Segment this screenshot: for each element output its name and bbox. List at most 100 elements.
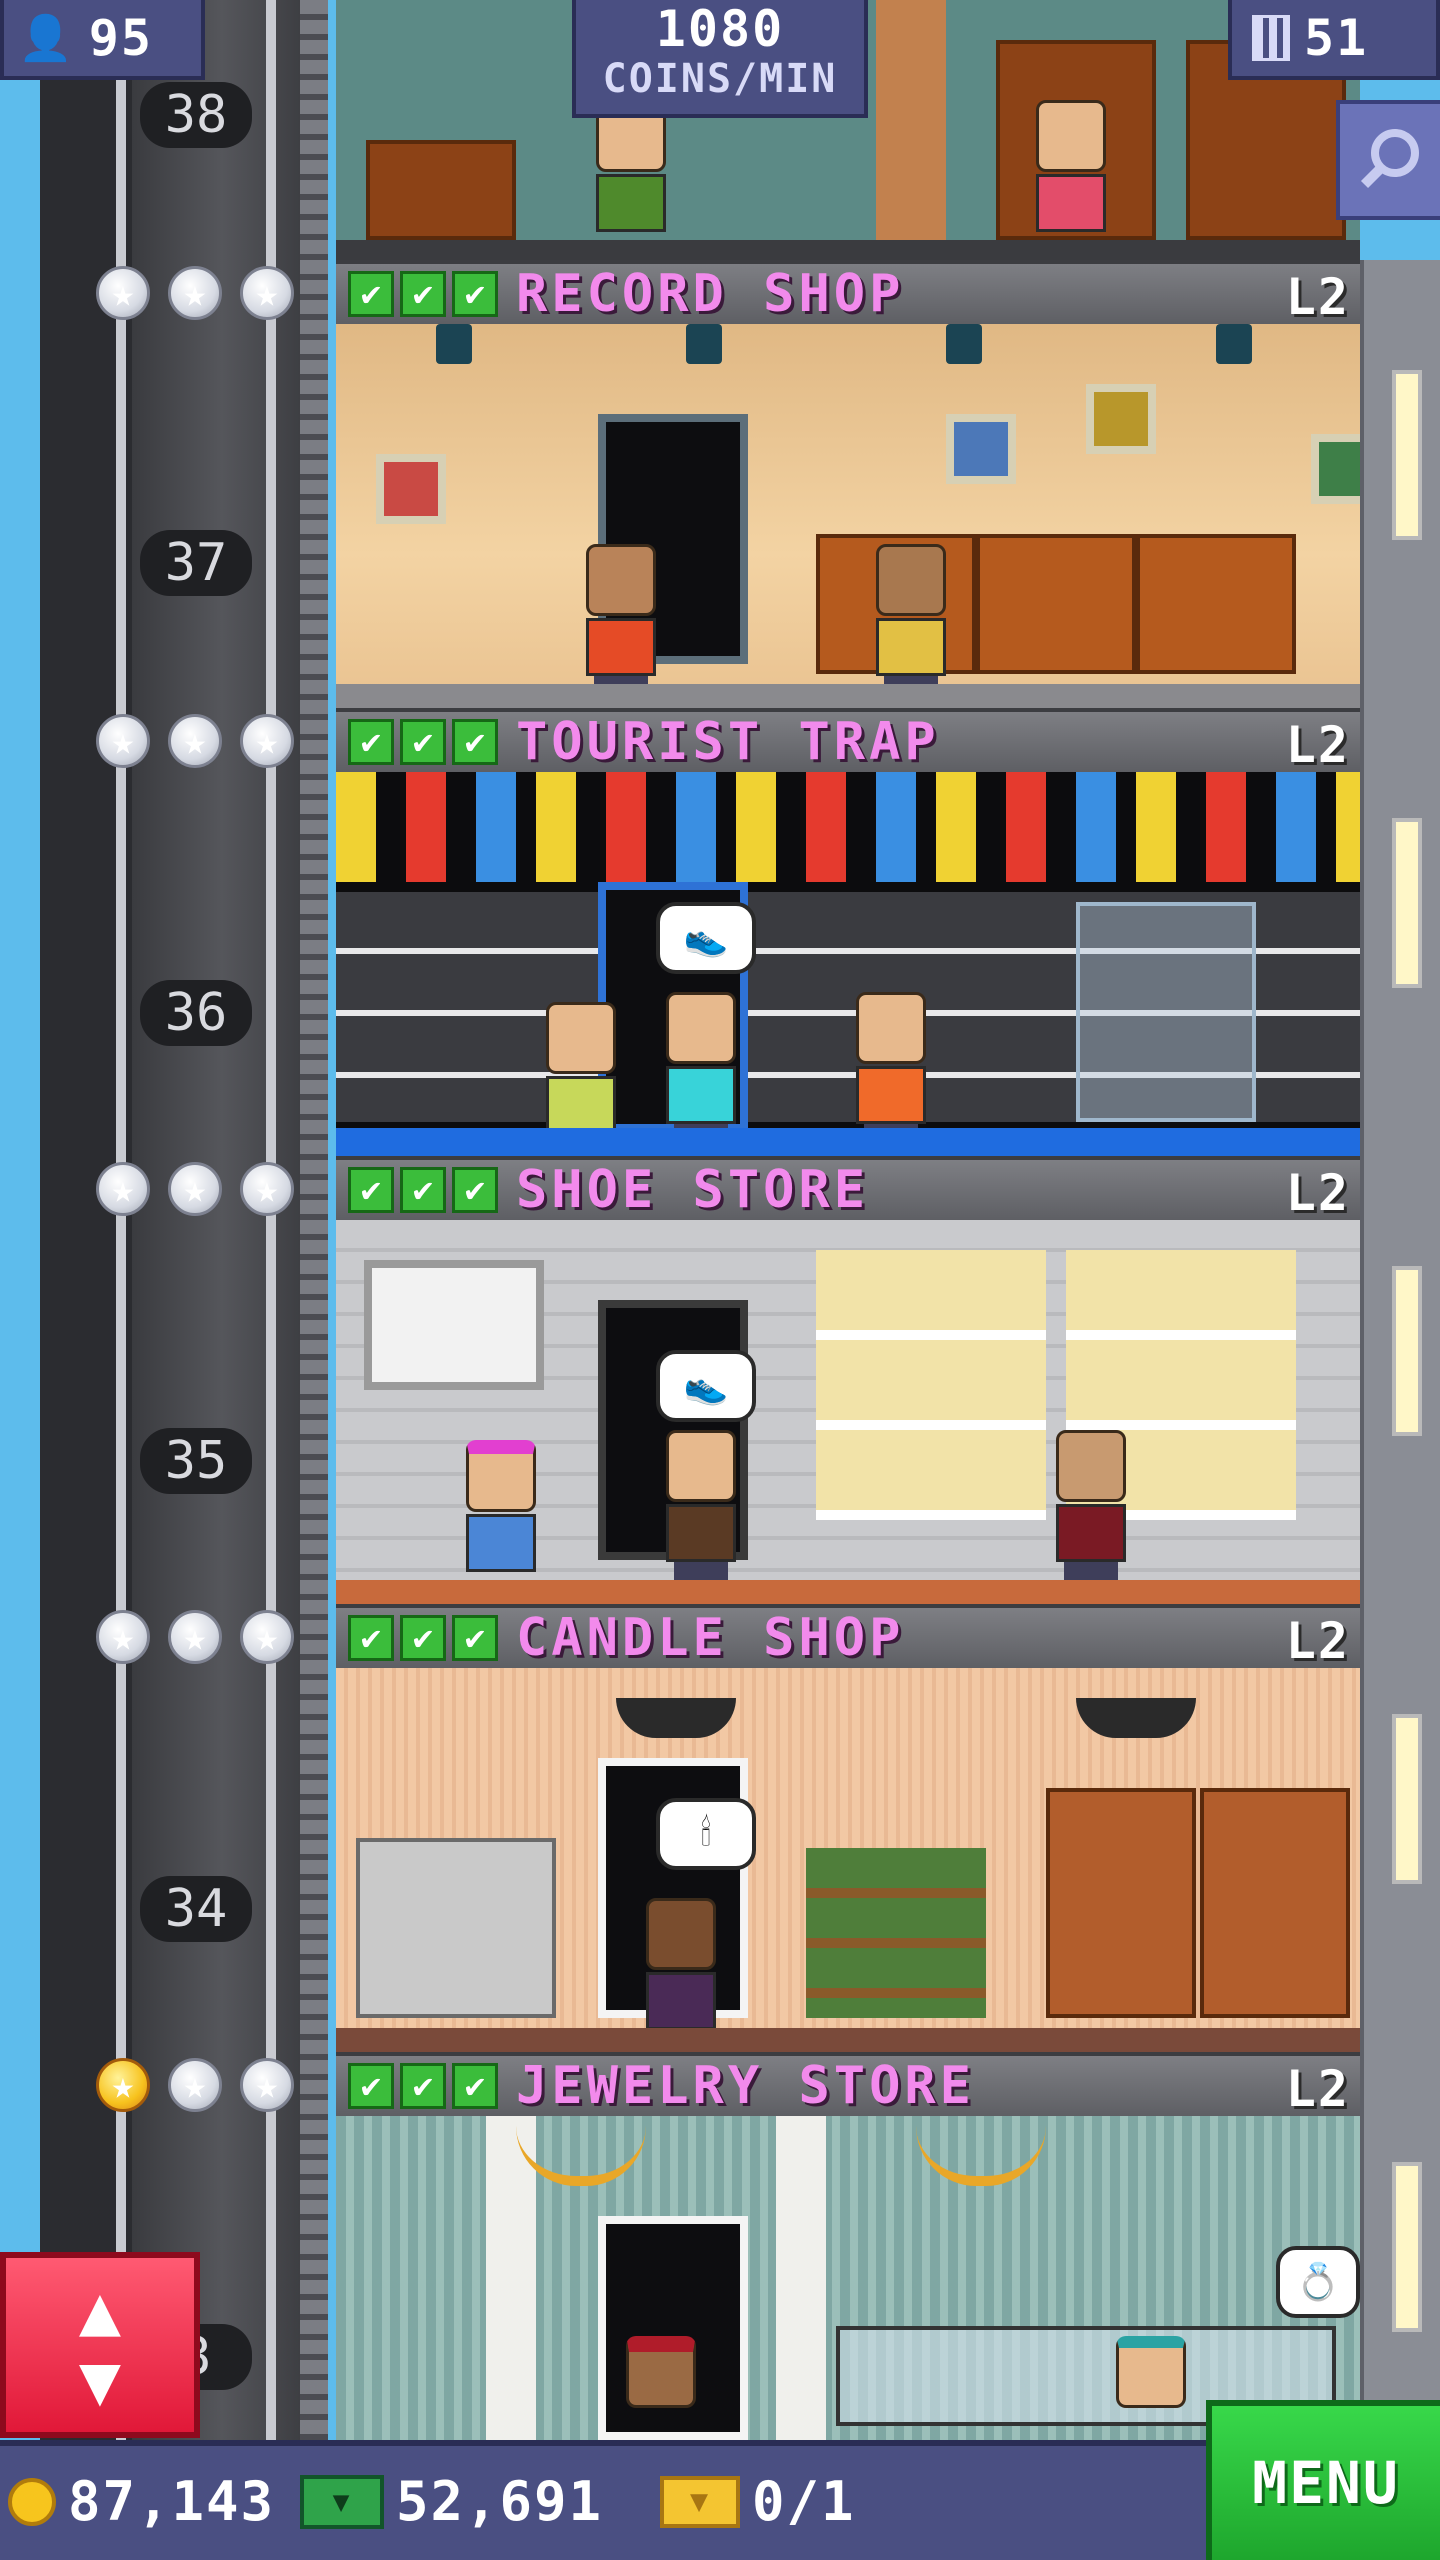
- floor-level: L2: [1285, 268, 1350, 326]
- floor-name: SHOE STORE: [516, 1160, 870, 1220]
- floor-name: TOURIST TRAP: [516, 712, 940, 772]
- candle-cabinet: [1200, 1788, 1350, 2018]
- tower-resident[interactable]: [666, 1430, 736, 1586]
- floor-stars: ★ ★ ★: [96, 2058, 294, 2112]
- coin-icon: [8, 2477, 56, 2526]
- floor-checks: ✔ ✔ ✔: [348, 1167, 498, 1213]
- floor-count-value: 51: [1304, 9, 1369, 67]
- tower-resident[interactable]: [546, 1002, 616, 1134]
- wall-poster: [1086, 384, 1156, 454]
- tower-resident[interactable]: [466, 1440, 536, 1572]
- room-interior: 🕯: [336, 1668, 1360, 2052]
- wall-poster: [376, 454, 446, 524]
- ceiling-lamp: [1076, 1698, 1196, 1738]
- floor-checks: ✔ ✔ ✔: [348, 271, 498, 317]
- floor-name: CANDLE SHOP: [516, 1608, 905, 1668]
- star-icon: ★: [96, 714, 150, 768]
- shoe-wish-bubble[interactable]: 👟: [656, 902, 756, 974]
- floor-candle-shop[interactable]: ✔ ✔ ✔ CANDLE SHOP L2 🕯: [336, 1604, 1360, 2052]
- population-value: 95: [88, 9, 154, 67]
- building-exterior: [1360, 2052, 1440, 2440]
- ticket-icon: ▼: [660, 2475, 740, 2528]
- chandelier: [916, 2126, 1046, 2186]
- floor-stars: ★ ★ ★: [96, 1162, 294, 1216]
- record-rack: [976, 534, 1136, 674]
- tower-resident[interactable]: [596, 100, 666, 232]
- floor-header: ✔ ✔ ✔ JEWELRY STORE L2: [336, 2052, 1360, 2118]
- floor-header: ✔ ✔ ✔ TOURIST TRAP L2: [336, 708, 1360, 774]
- bux-value: 52,691: [396, 2470, 604, 2533]
- tower-resident[interactable]: [666, 992, 736, 1148]
- candle-wish-bubble[interactable]: 🕯: [656, 1798, 756, 1870]
- star-icon: ★: [168, 714, 222, 768]
- ring-wish-bubble[interactable]: 💍: [1276, 2246, 1360, 2318]
- search-button[interactable]: [1336, 100, 1440, 220]
- floor-checks: ✔ ✔ ✔: [348, 719, 498, 765]
- record-rack: [1136, 534, 1296, 674]
- tower-resident[interactable]: [586, 544, 656, 700]
- person-icon: 👤: [18, 13, 75, 64]
- tower-resident[interactable]: [1056, 1430, 1126, 1586]
- wooden-pillar: [876, 0, 946, 240]
- star-icon: ★: [168, 1610, 222, 1664]
- check-icon: ✔: [452, 719, 498, 765]
- bux-icon: ▼: [300, 2474, 384, 2529]
- menu-button[interactable]: MENU: [1206, 2400, 1440, 2560]
- check-icon: ✔: [400, 1167, 446, 1213]
- floor-header: ✔ ✔ ✔ CANDLE SHOP L2: [336, 1604, 1360, 1670]
- tower-resident[interactable]: [876, 544, 946, 700]
- souvenir-display: [336, 772, 1360, 882]
- floor-number-38: 38: [140, 82, 252, 148]
- floor-stars: ★ ★ ★: [96, 714, 294, 768]
- star-icon: ★: [240, 1610, 294, 1664]
- elevator-button[interactable]: ▲ ▼: [0, 2252, 200, 2438]
- floor-record-shop[interactable]: ✔ ✔ ✔ RECORD SHOP L2: [336, 260, 1360, 708]
- wall-poster: [946, 414, 1016, 484]
- bux-counter[interactable]: ▼ 52,691: [300, 2470, 603, 2533]
- star-icon: ★: [96, 1162, 150, 1216]
- room-interior: 👟: [336, 1220, 1360, 1604]
- check-icon: ✔: [452, 271, 498, 317]
- floor-number-35: 35: [140, 1428, 252, 1494]
- magnifier-icon: [1360, 129, 1419, 189]
- star-icon: ★: [240, 714, 294, 768]
- star-icon: ★: [168, 1162, 222, 1216]
- tower-resident[interactable]: [856, 992, 926, 1148]
- floor-stars: ★ ★ ★: [96, 266, 294, 320]
- floor-tourist-trap[interactable]: ✔ ✔ ✔ TOURIST TRAP L2 👟: [336, 708, 1360, 1156]
- tower-resident[interactable]: [1116, 2336, 1186, 2408]
- shoe-wish-bubble[interactable]: 👟: [656, 1350, 756, 1422]
- floor-level: L2: [1285, 716, 1350, 774]
- floor-shoe-store[interactable]: ✔ ✔ ✔ SHOE STORE L2 👟: [336, 1156, 1360, 1604]
- floor-level: L2: [1285, 1164, 1350, 1222]
- ceiling-lamp: [616, 1698, 736, 1738]
- population-counter[interactable]: 👤 95: [0, 0, 205, 80]
- star-icon: ★: [96, 1610, 150, 1664]
- check-icon: ✔: [452, 1615, 498, 1661]
- check-icon: ✔: [348, 271, 394, 317]
- floor-count-button[interactable]: 51: [1228, 0, 1440, 80]
- floor-name: JEWELRY STORE: [516, 2056, 975, 2116]
- coins-value: 87,143: [68, 2470, 276, 2533]
- building-exterior: [1360, 1604, 1440, 2052]
- elevator-chain: [300, 0, 328, 2440]
- tower-resident[interactable]: [626, 2336, 696, 2408]
- floor-jewelry-store[interactable]: ✔ ✔ ✔ JEWELRY STORE L2 💍: [336, 2052, 1360, 2440]
- star-icon: ★: [96, 266, 150, 320]
- floor-header: ✔ ✔ ✔ SHOE STORE L2: [336, 1156, 1360, 1222]
- shoe-poster: [364, 1260, 544, 1390]
- star-icon: ★: [240, 266, 294, 320]
- check-icon: ✔: [400, 719, 446, 765]
- building-exterior: [1360, 1156, 1440, 1604]
- building-exterior: [1360, 708, 1440, 1156]
- wall-poster: [1311, 434, 1360, 504]
- tickets-counter[interactable]: ▼ 0/1: [660, 2470, 856, 2533]
- tower-resident[interactable]: [1036, 100, 1106, 232]
- check-icon: ✔: [348, 1167, 394, 1213]
- room-interior: 👟: [336, 772, 1360, 1156]
- coins-per-min-label: COINS/MIN: [602, 56, 838, 102]
- coins-counter[interactable]: 87,143: [8, 2470, 275, 2533]
- bookshelf: [366, 140, 516, 240]
- star-icon: ★: [240, 1162, 294, 1216]
- check-icon: ✔: [348, 2063, 394, 2109]
